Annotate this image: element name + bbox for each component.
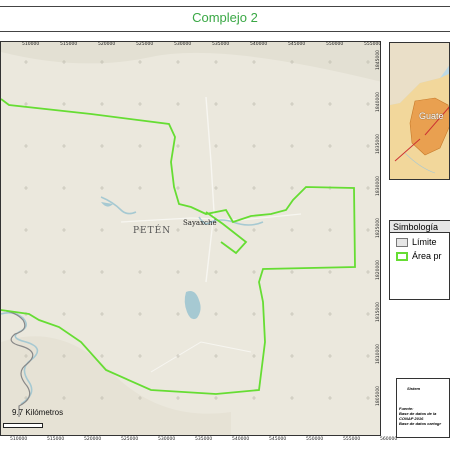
legend-item-area: Área pr bbox=[396, 251, 442, 262]
place-label-peten: PETÉN bbox=[133, 226, 172, 236]
source-line: Base de datos cartogr bbox=[399, 421, 442, 426]
x-tick-label: 525000 bbox=[136, 42, 154, 47]
x-tick-label: 550000 bbox=[306, 437, 324, 442]
x-tick-label: 510000 bbox=[22, 42, 40, 47]
title-bar: Complejo 2 bbox=[0, 6, 450, 32]
inset-label-guate: Guate bbox=[419, 111, 444, 121]
x-tick-label: 525000 bbox=[121, 437, 139, 442]
x-tick-label: 545000 bbox=[269, 437, 287, 442]
legend-label: Límite bbox=[412, 237, 437, 247]
legend-label: Área pr bbox=[412, 251, 442, 261]
legend-item-limite: Límite bbox=[396, 237, 437, 248]
y-tick-label: 1835000 bbox=[376, 133, 381, 154]
x-tick-label: 515000 bbox=[47, 437, 65, 442]
x-tick-label: 520000 bbox=[98, 42, 116, 47]
x-tick-label: 555000 bbox=[364, 42, 382, 47]
green-box-icon bbox=[396, 252, 408, 262]
y-tick-label: 1810000 bbox=[376, 343, 381, 364]
scale-bar bbox=[3, 423, 43, 428]
scale-label: 9.7 Kilómetros bbox=[12, 408, 64, 417]
legend-title: Simbología bbox=[390, 221, 450, 233]
x-tick-label: 540000 bbox=[232, 437, 250, 442]
x-tick-label: 545000 bbox=[288, 42, 306, 47]
gray-box-icon bbox=[396, 238, 408, 248]
inset-map[interactable]: Guate bbox=[389, 42, 450, 180]
x-tick-label: 520000 bbox=[84, 437, 102, 442]
y-tick-label: 1830000 bbox=[376, 175, 381, 196]
legend: Simbología Límite Área pr bbox=[389, 220, 450, 300]
page-title: Complejo 2 bbox=[192, 10, 258, 25]
x-tick-label: 535000 bbox=[212, 42, 230, 47]
y-tick-label: 1820000 bbox=[376, 259, 381, 280]
y-tick-label: 1805000 bbox=[376, 385, 381, 406]
x-tick-label: 530000 bbox=[174, 42, 192, 47]
x-tick-label: 510000 bbox=[10, 437, 28, 442]
x-tick-label: 530000 bbox=[158, 437, 176, 442]
x-tick-label: 555000 bbox=[343, 437, 361, 442]
y-tick-label: 1825000 bbox=[376, 217, 381, 238]
source-line: Sistem bbox=[407, 386, 421, 391]
y-tick-label: 1815000 bbox=[376, 301, 381, 322]
y-tick-label: 1845000 bbox=[376, 49, 381, 70]
x-tick-label: 550000 bbox=[326, 42, 344, 47]
x-tick-label: 535000 bbox=[195, 437, 213, 442]
map-canvas bbox=[1, 42, 380, 435]
x-tick-label: 540000 bbox=[250, 42, 268, 47]
place-label-sayaxche: Sayaxché bbox=[183, 219, 217, 227]
x-tick-label: 560000 bbox=[380, 437, 398, 442]
main-map[interactable]: Sayaxché PETÉN bbox=[0, 41, 381, 436]
source-box: Sistem Fuente: Base de datos de la CONAP… bbox=[396, 378, 450, 438]
x-tick-label: 515000 bbox=[60, 42, 78, 47]
y-tick-label: 1840000 bbox=[376, 91, 381, 112]
